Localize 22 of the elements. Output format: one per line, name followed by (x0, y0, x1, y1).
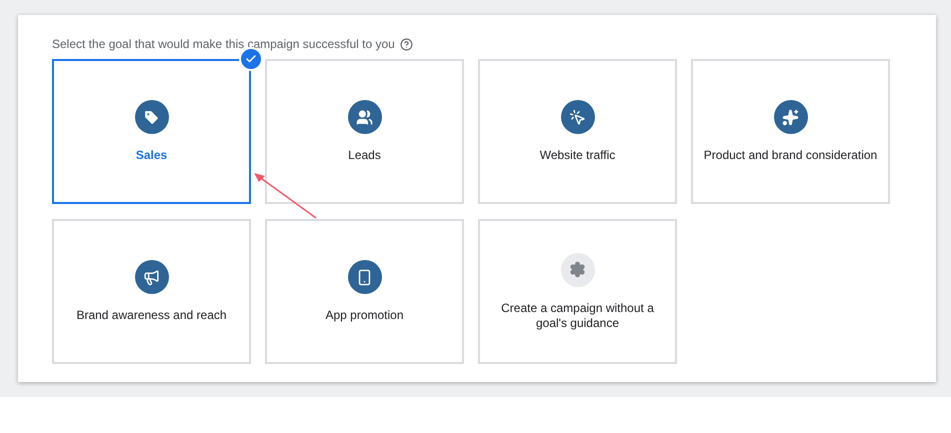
phone-icon (348, 260, 382, 294)
goal-card[interactable]: Website traffic (478, 59, 677, 204)
tag-icon (134, 100, 168, 134)
goal-label: Leads (348, 148, 381, 163)
megaphone-icon (134, 260, 168, 294)
goal-label: Product and brand consideration (704, 148, 878, 163)
goal-card[interactable]: Create a campaign without a goal's guidance (478, 219, 677, 364)
goal-label: Brand awareness and reach (76, 308, 227, 323)
goal-label: Sales (136, 148, 168, 163)
goal-label: Website traffic (540, 148, 616, 163)
goal-card[interactable]: Brand awareness and reach (52, 219, 251, 364)
cursor-click-icon (560, 100, 594, 134)
help-icon[interactable] (400, 38, 413, 50)
goal-card[interactable]: Product and brand consideration (691, 59, 890, 204)
goal-label: App promotion (325, 308, 404, 323)
goal-card[interactable]: Leads (265, 59, 464, 204)
goal-card[interactable]: Sales (52, 59, 251, 204)
goal-card[interactable]: App promotion (265, 219, 464, 364)
goal-label: Create a campaign without a goal's guidance (500, 300, 655, 330)
people-icon (348, 100, 382, 134)
heading: Select the goal that would make this campaign successful to you (52, 37, 395, 51)
sparkles-icon (774, 100, 808, 134)
